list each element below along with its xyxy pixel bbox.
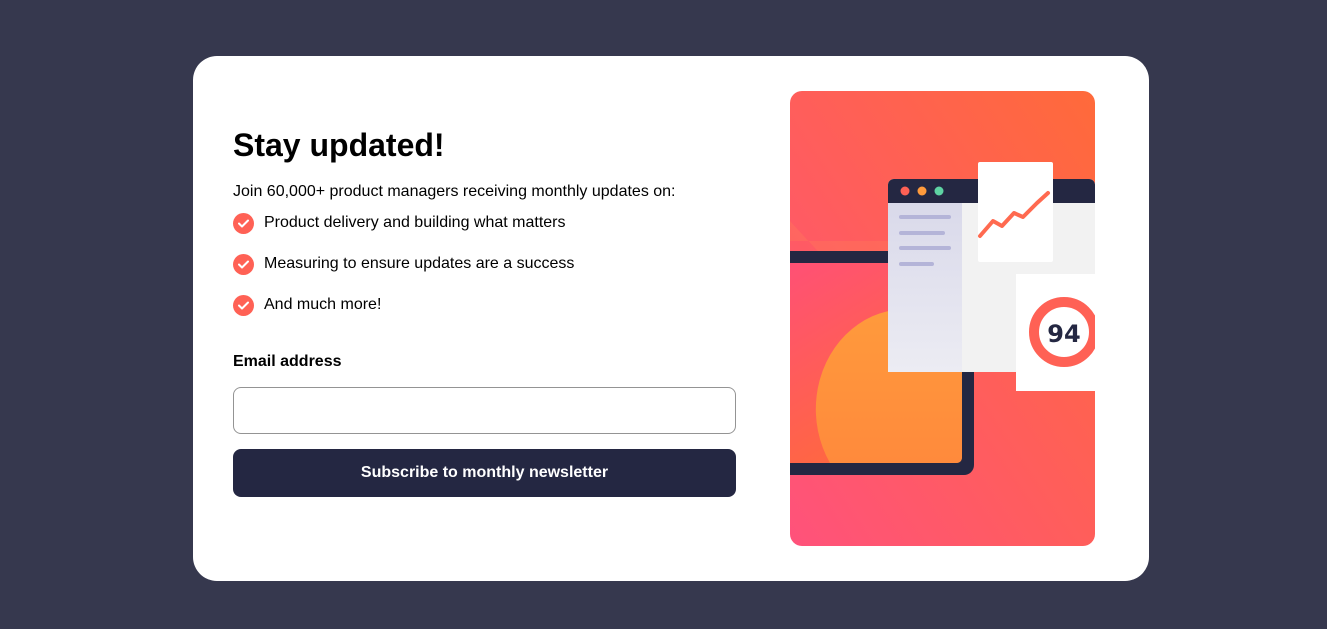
email-label: Email address xyxy=(233,353,342,370)
line-chart-card-graphic xyxy=(978,162,1053,262)
score-value: 94 xyxy=(1047,320,1080,348)
email-field[interactable] xyxy=(233,387,736,434)
page-title: Stay updated! xyxy=(233,127,445,163)
feature-list: Product delivery and building what matte… xyxy=(233,212,736,316)
score-card-graphic: 94 xyxy=(1016,274,1095,391)
newsletter-card: Stay updated! Join 60,000+ product manag… xyxy=(193,56,1149,581)
feature-text: Measuring to ensure updates are a succes… xyxy=(264,255,575,272)
list-item: Measuring to ensure updates are a succes… xyxy=(233,253,736,275)
signup-content: Stay updated! Join 60,000+ product manag… xyxy=(233,126,736,497)
list-item: And much more! xyxy=(233,294,736,316)
illustration-graphic: 94 xyxy=(790,91,1095,546)
feature-text: Product delivery and building what matte… xyxy=(264,214,566,231)
checkmark-icon xyxy=(233,253,254,275)
feature-text: And much more! xyxy=(264,296,382,313)
checkmark-icon xyxy=(233,212,254,234)
checkmark-icon xyxy=(233,294,254,316)
intro-text: Join 60,000+ product managers receiving … xyxy=(233,183,676,200)
hero-illustration: 94 xyxy=(790,91,1095,546)
list-item: Product delivery and building what matte… xyxy=(233,212,736,234)
subscribe-button[interactable]: Subscribe to monthly newsletter xyxy=(233,449,736,497)
